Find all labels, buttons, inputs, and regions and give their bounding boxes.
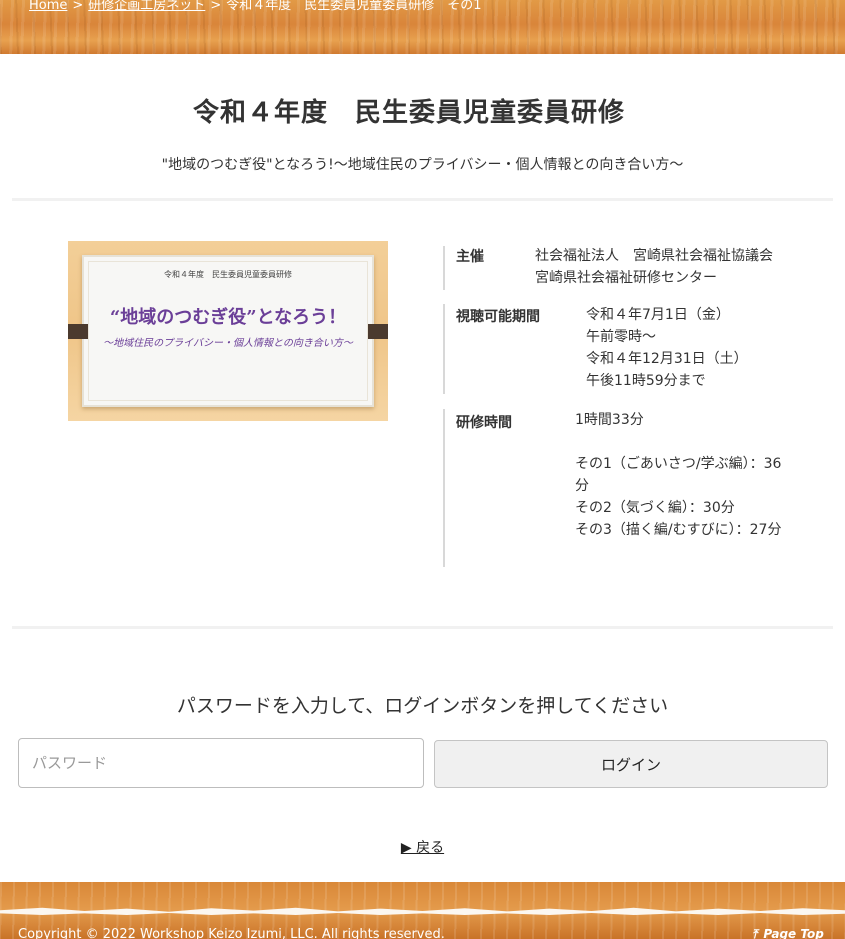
thumbnail-tagline: ～地域住民のプライバシー・個人情報との向き合い方～ bbox=[103, 338, 353, 349]
info-duration-value: 1時間33分 その1（ごあいさつ/学ぶ編）：36分 その2（気づく編）：30分 … bbox=[575, 409, 785, 541]
breadcrumb-home-link[interactable]: Home bbox=[29, 0, 67, 13]
top-divider bbox=[12, 198, 833, 201]
info-host-line: 社会福祉法人 宮崎県社会福祉協議会 bbox=[535, 248, 773, 264]
page-subtitle: "地域のつむぎ役"となろう!～地域住民のプライバシー・個人情報との向き合い方～ bbox=[161, 157, 684, 173]
login-button[interactable]: ログイン bbox=[434, 740, 828, 788]
info-host-label: 主催 bbox=[456, 249, 484, 265]
info-host-line: 宮崎県社会福祉研修センター bbox=[535, 270, 717, 286]
breadcrumb-separator: > bbox=[72, 0, 84, 13]
info-host-value: 社会福祉法人 宮崎県社会福祉協議会 宮崎県社会福祉研修センター bbox=[535, 245, 773, 289]
info-duration-total: 1時間33分 bbox=[575, 412, 644, 428]
info-duration-part: その2（気づく編）：30分 bbox=[575, 500, 735, 516]
breadcrumb: Home > 研修企画工房ネット > 令和４年度 民生委員児童委員研修 その1 bbox=[29, 0, 482, 14]
course-thumbnail: 令和４年度 民生委員児童委員研修 “地域のつむぎ役”となろう！ ～地域住民のプラ… bbox=[68, 241, 388, 421]
breadcrumb-parent-link[interactable]: 研修企画工房ネット bbox=[88, 0, 205, 13]
password-input[interactable] bbox=[18, 738, 424, 788]
info-duration-row: 研修時間 1時間33分 その1（ごあいさつ/学ぶ編）：36分 その2（気づく編）… bbox=[443, 409, 803, 567]
middle-divider bbox=[12, 626, 833, 629]
info-host-row: 主催 社会福祉法人 宮崎県社会福祉協議会 宮崎県社会福祉研修センター bbox=[443, 246, 803, 290]
info-period-value: 令和４年7月1日（金） 午前零時～ 令和４年12月31日（土） 午後11時59分… bbox=[586, 304, 748, 392]
info-duration-label: 研修時間 bbox=[456, 415, 512, 431]
back-link[interactable]: ▶ 戻る bbox=[401, 840, 444, 856]
info-duration-spacer bbox=[575, 431, 785, 453]
thumbnail-headline: “地域のつむぎ役”となろう！ bbox=[109, 307, 347, 328]
back-link-container: ▶ 戻る bbox=[0, 837, 845, 857]
breadcrumb-current: 令和４年度 民生委員児童委員研修 その1 bbox=[226, 0, 482, 13]
info-period-row: 視聴可能期間 令和４年7月1日（金） 午前零時～ 令和４年12月31日（土） 午… bbox=[443, 304, 803, 394]
info-period-line: 令和４年7月1日（金） bbox=[586, 307, 730, 323]
page-top-label: Page Top bbox=[763, 927, 824, 939]
info-duration-part: その3（描く編/むすびに）：27分 bbox=[575, 522, 782, 538]
thumbnail-card-border bbox=[88, 261, 368, 401]
arrow-up-to-top-icon: ⤒ bbox=[752, 927, 758, 939]
info-period-line: 令和４年12月31日（土） bbox=[586, 351, 748, 367]
info-period-line: 午前零時～ bbox=[586, 329, 656, 345]
info-period-line: 午後11時59分まで bbox=[586, 373, 706, 389]
login-prompt: パスワードを入力して、ログインボタンを押してください bbox=[176, 695, 669, 717]
info-duration-part: その1（ごあいさつ/学ぶ編）：36分 bbox=[575, 456, 782, 494]
copyright-text: Copyright © 2022 Workshop Keizo Izumi, L… bbox=[18, 927, 445, 939]
page-top-link[interactable]: ⤒ Page Top bbox=[752, 927, 824, 939]
thumbnail-course-name: 令和４年度 民生委員児童委員研修 bbox=[164, 270, 292, 279]
page-title: 令和４年度 民生委員児童委員研修 bbox=[192, 98, 625, 128]
info-period-label: 視聴可能期間 bbox=[456, 309, 540, 325]
breadcrumb-separator: > bbox=[210, 0, 222, 13]
